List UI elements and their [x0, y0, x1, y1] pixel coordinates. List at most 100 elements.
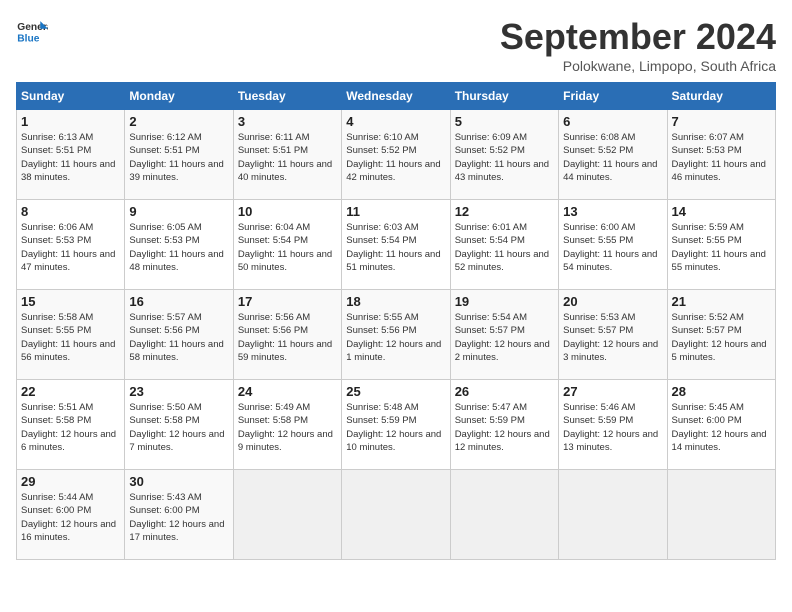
weekday-header-cell: Sunday: [17, 83, 125, 110]
day-detail: Sunrise: 5:46 AMSunset: 5:59 PMDaylight:…: [563, 402, 658, 453]
day-detail: Sunrise: 6:07 AMSunset: 5:53 PMDaylight:…: [672, 132, 766, 183]
calendar-week-row: 29 Sunrise: 5:44 AMSunset: 6:00 PMDaylig…: [17, 470, 776, 560]
day-detail: Sunrise: 5:44 AMSunset: 6:00 PMDaylight:…: [21, 492, 116, 543]
day-detail: Sunrise: 5:59 AMSunset: 5:55 PMDaylight:…: [672, 222, 766, 273]
calendar-day-cell: 11 Sunrise: 6:03 AMSunset: 5:54 PMDaylig…: [342, 200, 450, 290]
calendar-day-cell: 22 Sunrise: 5:51 AMSunset: 5:58 PMDaylig…: [17, 380, 125, 470]
day-detail: Sunrise: 6:13 AMSunset: 5:51 PMDaylight:…: [21, 132, 115, 183]
day-number: 9: [129, 204, 228, 219]
day-detail: Sunrise: 6:08 AMSunset: 5:52 PMDaylight:…: [563, 132, 657, 183]
calendar-day-cell: 8 Sunrise: 6:06 AMSunset: 5:53 PMDayligh…: [17, 200, 125, 290]
calendar-day-cell: 3 Sunrise: 6:11 AMSunset: 5:51 PMDayligh…: [233, 110, 341, 200]
calendar-title: September 2024: [500, 16, 776, 58]
day-detail: Sunrise: 5:54 AMSunset: 5:57 PMDaylight:…: [455, 312, 550, 363]
calendar-day-cell: 9 Sunrise: 6:05 AMSunset: 5:53 PMDayligh…: [125, 200, 233, 290]
day-number: 27: [563, 384, 662, 399]
day-number: 6: [563, 114, 662, 129]
day-detail: Sunrise: 5:50 AMSunset: 5:58 PMDaylight:…: [129, 402, 224, 453]
day-detail: Sunrise: 5:53 AMSunset: 5:57 PMDaylight:…: [563, 312, 658, 363]
svg-text:Blue: Blue: [17, 34, 39, 45]
day-detail: Sunrise: 6:12 AMSunset: 5:51 PMDaylight:…: [129, 132, 223, 183]
day-number: 12: [455, 204, 554, 219]
calendar-day-cell: 13 Sunrise: 6:00 AMSunset: 5:55 PMDaylig…: [559, 200, 667, 290]
day-number: 22: [21, 384, 120, 399]
day-detail: Sunrise: 6:09 AMSunset: 5:52 PMDaylight:…: [455, 132, 549, 183]
day-detail: Sunrise: 6:05 AMSunset: 5:53 PMDaylight:…: [129, 222, 223, 273]
calendar-day-cell: 21 Sunrise: 5:52 AMSunset: 5:57 PMDaylig…: [667, 290, 775, 380]
calendar-day-cell: 1 Sunrise: 6:13 AMSunset: 5:51 PMDayligh…: [17, 110, 125, 200]
day-detail: Sunrise: 6:01 AMSunset: 5:54 PMDaylight:…: [455, 222, 549, 273]
day-number: 14: [672, 204, 771, 219]
day-number: 29: [21, 474, 120, 489]
day-detail: Sunrise: 5:47 AMSunset: 5:59 PMDaylight:…: [455, 402, 550, 453]
title-block: September 2024 Polokwane, Limpopo, South…: [500, 16, 776, 74]
calendar-day-cell: 14 Sunrise: 5:59 AMSunset: 5:55 PMDaylig…: [667, 200, 775, 290]
day-number: 15: [21, 294, 120, 309]
calendar-day-cell: 26 Sunrise: 5:47 AMSunset: 5:59 PMDaylig…: [450, 380, 558, 470]
calendar-week-row: 1 Sunrise: 6:13 AMSunset: 5:51 PMDayligh…: [17, 110, 776, 200]
day-detail: Sunrise: 5:52 AMSunset: 5:57 PMDaylight:…: [672, 312, 767, 363]
day-detail: Sunrise: 6:10 AMSunset: 5:52 PMDaylight:…: [346, 132, 440, 183]
calendar-body: 1 Sunrise: 6:13 AMSunset: 5:51 PMDayligh…: [17, 110, 776, 560]
calendar-day-cell: [450, 470, 558, 560]
day-detail: Sunrise: 6:04 AMSunset: 5:54 PMDaylight:…: [238, 222, 332, 273]
day-number: 30: [129, 474, 228, 489]
day-detail: Sunrise: 6:06 AMSunset: 5:53 PMDaylight:…: [21, 222, 115, 273]
calendar-day-cell: [559, 470, 667, 560]
weekday-header-cell: Tuesday: [233, 83, 341, 110]
calendar-week-row: 22 Sunrise: 5:51 AMSunset: 5:58 PMDaylig…: [17, 380, 776, 470]
day-number: 7: [672, 114, 771, 129]
day-number: 4: [346, 114, 445, 129]
day-number: 26: [455, 384, 554, 399]
day-number: 21: [672, 294, 771, 309]
day-detail: Sunrise: 6:00 AMSunset: 5:55 PMDaylight:…: [563, 222, 657, 273]
day-detail: Sunrise: 5:57 AMSunset: 5:56 PMDaylight:…: [129, 312, 223, 363]
weekday-header-cell: Friday: [559, 83, 667, 110]
calendar-day-cell: 2 Sunrise: 6:12 AMSunset: 5:51 PMDayligh…: [125, 110, 233, 200]
day-number: 24: [238, 384, 337, 399]
day-number: 5: [455, 114, 554, 129]
calendar-day-cell: 30 Sunrise: 5:43 AMSunset: 6:00 PMDaylig…: [125, 470, 233, 560]
logo-icon: General Blue: [16, 16, 48, 48]
day-number: 28: [672, 384, 771, 399]
calendar-day-cell: 19 Sunrise: 5:54 AMSunset: 5:57 PMDaylig…: [450, 290, 558, 380]
day-detail: Sunrise: 5:51 AMSunset: 5:58 PMDaylight:…: [21, 402, 116, 453]
day-detail: Sunrise: 5:49 AMSunset: 5:58 PMDaylight:…: [238, 402, 333, 453]
weekday-header-row: SundayMondayTuesdayWednesdayThursdayFrid…: [17, 83, 776, 110]
page-header: General Blue September 2024 Polokwane, L…: [16, 16, 776, 74]
day-detail: Sunrise: 5:45 AMSunset: 6:00 PMDaylight:…: [672, 402, 767, 453]
day-number: 10: [238, 204, 337, 219]
calendar-week-row: 8 Sunrise: 6:06 AMSunset: 5:53 PMDayligh…: [17, 200, 776, 290]
day-detail: Sunrise: 6:11 AMSunset: 5:51 PMDaylight:…: [238, 132, 332, 183]
logo: General Blue: [16, 16, 48, 48]
day-detail: Sunrise: 5:55 AMSunset: 5:56 PMDaylight:…: [346, 312, 441, 363]
calendar-day-cell: 16 Sunrise: 5:57 AMSunset: 5:56 PMDaylig…: [125, 290, 233, 380]
day-detail: Sunrise: 5:48 AMSunset: 5:59 PMDaylight:…: [346, 402, 441, 453]
weekday-header-cell: Wednesday: [342, 83, 450, 110]
calendar-day-cell: 27 Sunrise: 5:46 AMSunset: 5:59 PMDaylig…: [559, 380, 667, 470]
calendar-day-cell: 5 Sunrise: 6:09 AMSunset: 5:52 PMDayligh…: [450, 110, 558, 200]
weekday-header-cell: Saturday: [667, 83, 775, 110]
day-number: 3: [238, 114, 337, 129]
day-number: 11: [346, 204, 445, 219]
day-number: 23: [129, 384, 228, 399]
calendar-day-cell: 15 Sunrise: 5:58 AMSunset: 5:55 PMDaylig…: [17, 290, 125, 380]
calendar-day-cell: [342, 470, 450, 560]
day-detail: Sunrise: 6:03 AMSunset: 5:54 PMDaylight:…: [346, 222, 440, 273]
weekday-header-cell: Monday: [125, 83, 233, 110]
weekday-header-cell: Thursday: [450, 83, 558, 110]
day-number: 18: [346, 294, 445, 309]
calendar-day-cell: 12 Sunrise: 6:01 AMSunset: 5:54 PMDaylig…: [450, 200, 558, 290]
calendar-day-cell: 28 Sunrise: 5:45 AMSunset: 6:00 PMDaylig…: [667, 380, 775, 470]
day-number: 16: [129, 294, 228, 309]
day-number: 2: [129, 114, 228, 129]
day-number: 8: [21, 204, 120, 219]
calendar-subtitle: Polokwane, Limpopo, South Africa: [500, 58, 776, 74]
calendar-day-cell: 20 Sunrise: 5:53 AMSunset: 5:57 PMDaylig…: [559, 290, 667, 380]
calendar-day-cell: 18 Sunrise: 5:55 AMSunset: 5:56 PMDaylig…: [342, 290, 450, 380]
day-number: 25: [346, 384, 445, 399]
day-number: 20: [563, 294, 662, 309]
day-number: 17: [238, 294, 337, 309]
calendar-day-cell: 29 Sunrise: 5:44 AMSunset: 6:00 PMDaylig…: [17, 470, 125, 560]
calendar-week-row: 15 Sunrise: 5:58 AMSunset: 5:55 PMDaylig…: [17, 290, 776, 380]
